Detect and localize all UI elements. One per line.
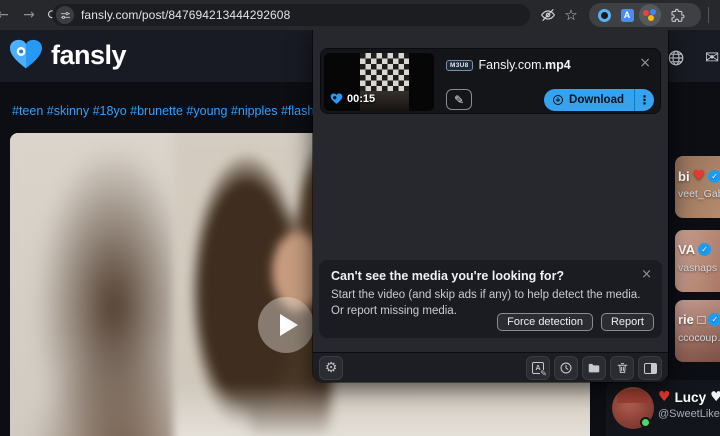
clock-icon xyxy=(560,362,572,374)
settings-button[interactable]: ⚙ xyxy=(319,356,343,380)
creator-name: rie □ xyxy=(678,312,706,327)
download-options-button[interactable]: ⋮ xyxy=(634,89,654,111)
auto-rename-button[interactable]: A ✎ xyxy=(526,356,550,380)
verified-badge-icon: ✓ xyxy=(708,313,720,326)
site-info-icon[interactable] xyxy=(56,6,74,24)
active-extension-icon[interactable] xyxy=(639,4,661,26)
extension-o-icon[interactable] xyxy=(594,5,614,25)
close-icon[interactable]: × xyxy=(641,267,652,282)
creator-name: bi xyxy=(678,168,690,184)
globe-icon[interactable] xyxy=(666,48,686,68)
creator-card[interactable]: bi♥✓ veet_Gab… xyxy=(675,156,720,218)
toolbar-divider xyxy=(708,7,709,23)
fansly-heart-icon xyxy=(330,93,343,104)
post-hashtags[interactable]: #teen #skinny #18yo #brunette #young #ni… xyxy=(12,104,352,118)
creator-card[interactable]: rie □✓ ccocoup… xyxy=(675,300,720,362)
detected-media-card: 00:15 M3U8 Fansly.com.mp4 × ✎ Download ⋮ xyxy=(320,48,661,114)
panel-icon xyxy=(643,362,657,374)
clear-list-button[interactable] xyxy=(610,356,634,380)
rename-button[interactable]: ✎ xyxy=(446,89,472,110)
white-heart-emoji: ♥ xyxy=(710,389,720,405)
force-detection-button[interactable]: Force detection xyxy=(497,313,593,331)
verified-badge-icon: ✓ xyxy=(698,243,712,256)
brand-name: fansly xyxy=(51,39,127,70)
trash-icon xyxy=(617,363,627,373)
fansly-logo[interactable]: fansly xyxy=(8,39,127,71)
side-panel-button[interactable] xyxy=(638,356,662,380)
creator-card[interactable]: VA ✓ vasnaps xyxy=(675,230,720,292)
downloads-folder-button[interactable] xyxy=(582,356,606,380)
fansly-heart-icon xyxy=(10,39,42,69)
creator-handle: ccocoup… xyxy=(678,332,720,344)
download-icon xyxy=(553,95,564,105)
url-text[interactable]: fansly.com/post/847694213444292608 xyxy=(81,8,290,22)
pencil-icon: ✎ xyxy=(453,92,465,107)
thumbnail-pattern xyxy=(360,53,409,93)
format-badge: M3U8 xyxy=(446,59,473,71)
media-filename: Fansly.com.mp4 xyxy=(478,58,571,72)
creator-handle: vasnaps xyxy=(678,262,718,274)
extension-popup: 00:15 M3U8 Fansly.com.mp4 × ✎ Download ⋮ xyxy=(313,30,668,382)
close-icon[interactable]: × xyxy=(639,55,651,71)
video-thumbnail[interactable]: 00:15 xyxy=(324,53,434,111)
report-button[interactable]: Report xyxy=(600,313,654,331)
heart-emoji: ♥ xyxy=(658,389,671,405)
creator-suggestion[interactable]: ♥ Lucy ♥ @SweetLike… xyxy=(606,380,720,436)
help-title: Can't see the media you're looking for? xyxy=(331,269,565,283)
forward-icon[interactable]: → xyxy=(18,4,40,26)
blurred-photo xyxy=(10,133,197,436)
url-bar[interactable]: fansly.com/post/847694213444292608 xyxy=(52,4,530,26)
puzzle-extensions-icon[interactable] xyxy=(667,5,687,25)
suggestion-handle: @SweetLike… xyxy=(658,408,720,420)
extensions-pill: A xyxy=(589,3,701,27)
popup-footer: ⚙ A ✎ xyxy=(313,352,668,382)
browser-window: ← → ⟳ fansly.com/post/847694213444292608… xyxy=(0,0,720,436)
help-message-box: Can't see the media you're looking for? … xyxy=(319,260,662,338)
gear-icon: ⚙ xyxy=(324,360,338,376)
video-duration: 00:15 xyxy=(347,93,376,105)
history-button[interactable] xyxy=(554,356,578,380)
download-button[interactable]: Download xyxy=(544,89,634,111)
eye-off-icon[interactable] xyxy=(538,5,558,25)
suggestion-name: Lucy xyxy=(674,389,707,405)
play-icon xyxy=(279,314,298,336)
online-indicator xyxy=(640,417,651,428)
overflow-icon: ⋮ xyxy=(638,93,651,107)
creator-handle: veet_Gab… xyxy=(678,188,720,200)
verified-badge-icon: ✓ xyxy=(708,169,720,183)
folder-icon xyxy=(588,363,600,373)
translate-extension-icon[interactable]: A xyxy=(617,5,637,25)
back-icon[interactable]: ← xyxy=(0,4,14,26)
heart-emoji: ♥ xyxy=(692,168,706,184)
play-button[interactable] xyxy=(258,297,314,353)
messages-icon[interactable]: ✉ xyxy=(702,48,720,68)
creator-name: VA xyxy=(678,242,696,257)
pencil-icon: ✎ xyxy=(540,369,547,378)
browser-toolbar: ← → ⟳ fansly.com/post/847694213444292608… xyxy=(0,0,720,30)
bookmark-star-icon[interactable]: ☆ xyxy=(561,5,581,25)
